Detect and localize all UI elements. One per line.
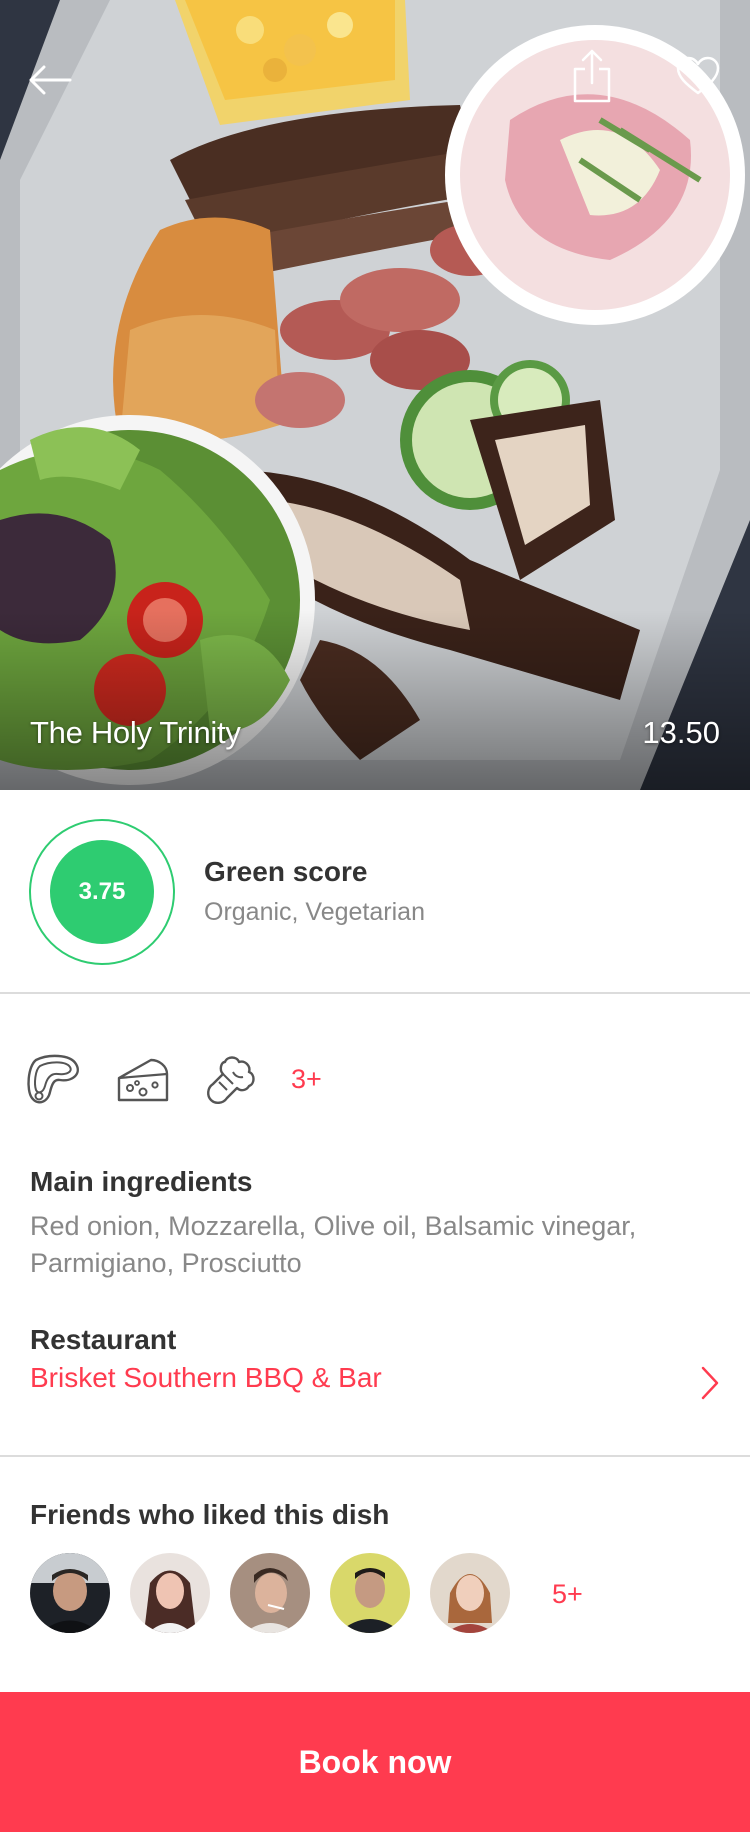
green-score-section: 3.75 Green score Organic, Vegetarian (0, 790, 750, 994)
share-button[interactable] (556, 40, 628, 112)
avatar[interactable] (230, 1553, 310, 1633)
avatar[interactable] (330, 1553, 410, 1633)
book-now-button[interactable]: Book now (0, 1692, 750, 1832)
ingredients-title: Main ingredients (30, 1166, 253, 1197)
green-score-value: 3.75 (50, 840, 154, 944)
meat-icon (27, 1054, 79, 1104)
dish-name: The Holy Trinity (30, 715, 241, 750)
dish-price: 13.50 (642, 715, 720, 750)
green-score-tags: Organic, Vegetarian (204, 898, 425, 926)
green-score-badge: 3.75 (29, 819, 175, 965)
heart-icon (676, 56, 720, 95)
more-friends-count[interactable]: 5+ (552, 1579, 583, 1610)
ingredient-icons-row: 3+ (0, 1052, 750, 1108)
chevron-right-icon (701, 1366, 719, 1400)
hero-gradient-overlay (0, 610, 750, 790)
restaurant-name: Brisket Southern BBQ & Bar (30, 1362, 382, 1393)
friends-title: Friends who liked this dish (30, 1499, 390, 1530)
avatar[interactable] (30, 1553, 110, 1633)
friends-section: Friends who liked this dish 5+ (0, 1455, 750, 1692)
avatar[interactable] (130, 1553, 210, 1633)
dish-hero-image: The Holy Trinity 13.50 (0, 0, 750, 790)
restaurant-title: Restaurant (30, 1324, 177, 1355)
green-score-title: Green score (204, 856, 368, 887)
favorite-button[interactable] (662, 40, 734, 112)
more-ingredients-count[interactable]: 3+ (291, 1064, 322, 1095)
restaurant-link[interactable]: Brisket Southern BBQ & Bar (30, 1362, 720, 1402)
arrow-left-icon (29, 65, 72, 95)
broccoli-icon (207, 1056, 255, 1104)
avatar[interactable] (430, 1553, 510, 1633)
back-button[interactable] (14, 44, 86, 116)
ingredients-list: Red onion, Mozzarella, Olive oil, Balsam… (30, 1211, 637, 1278)
cheese-icon (117, 1058, 169, 1102)
share-icon (573, 49, 611, 103)
